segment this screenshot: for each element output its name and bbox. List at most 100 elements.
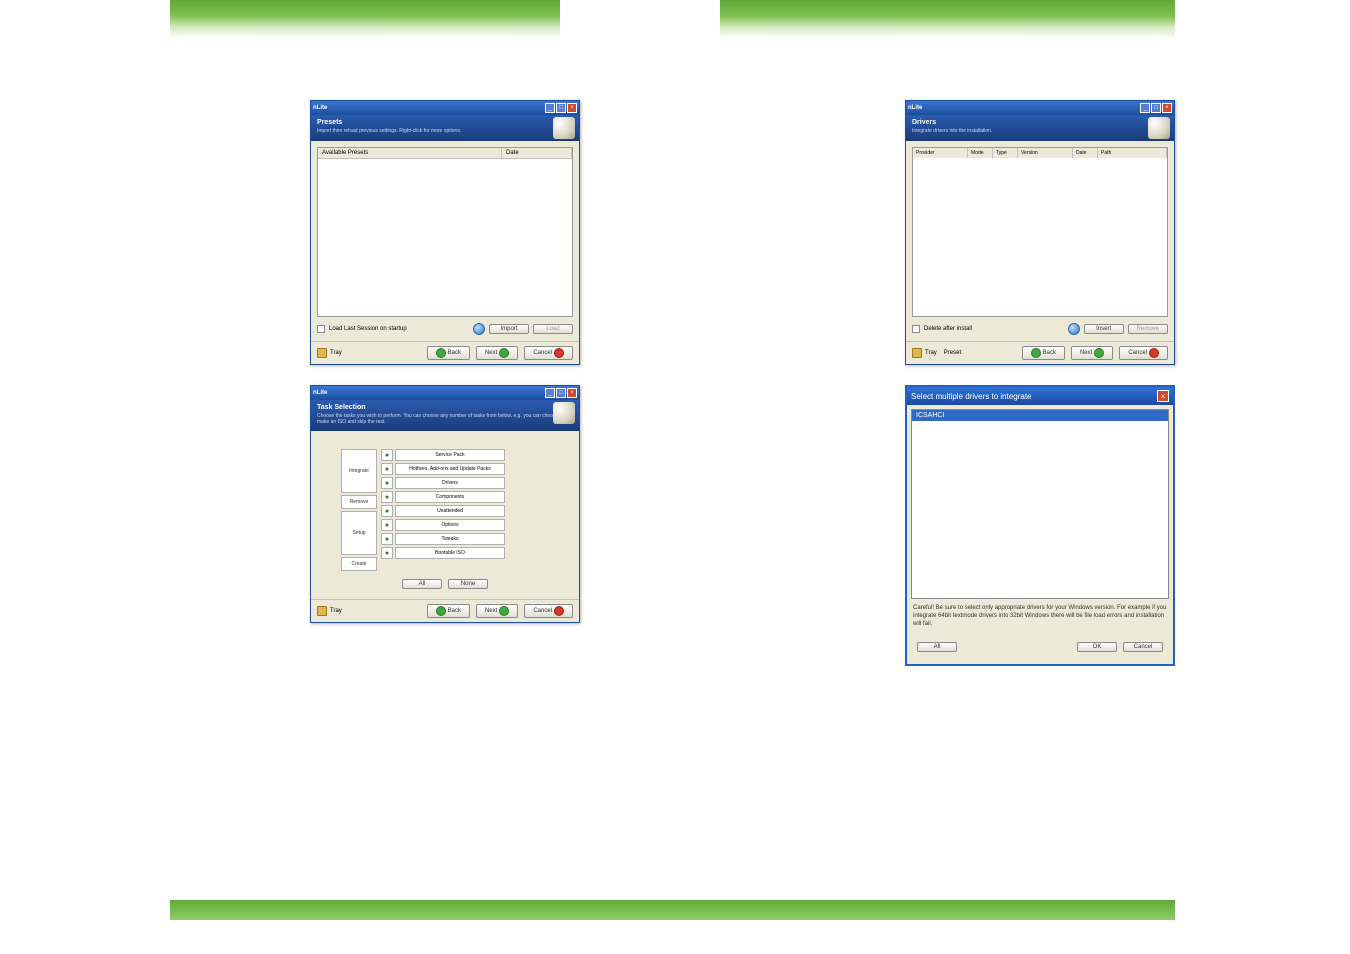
column-header[interactable]: Provider bbox=[913, 148, 968, 158]
cancel-icon bbox=[1149, 348, 1159, 358]
globe-icon[interactable] bbox=[473, 323, 485, 335]
load-button[interactable]: Load bbox=[533, 324, 573, 334]
lock-icon bbox=[317, 606, 327, 616]
select-drivers-dialog: Select multiple drivers to integrate × I… bbox=[905, 385, 1175, 666]
logo-icon bbox=[553, 117, 575, 139]
task-item[interactable]: Tweaks bbox=[395, 533, 505, 545]
next-button[interactable]: Next bbox=[1071, 346, 1113, 360]
close-button[interactable]: × bbox=[1162, 103, 1172, 113]
task-item[interactable]: Service Pack bbox=[395, 449, 505, 461]
arrow-next-icon bbox=[499, 606, 509, 616]
bottom-banner bbox=[170, 900, 1175, 920]
task-item[interactable]: Bootable ISO bbox=[395, 547, 505, 559]
tray-area: Tray bbox=[317, 348, 342, 358]
task-item[interactable]: Components bbox=[395, 491, 505, 503]
minimize-button[interactable]: _ bbox=[545, 103, 555, 113]
back-button[interactable]: Back bbox=[1022, 346, 1065, 360]
task-item[interactable]: Unattended bbox=[395, 505, 505, 517]
task-checkbox[interactable]: ● bbox=[381, 533, 393, 545]
task-checkbox[interactable]: ● bbox=[381, 519, 393, 531]
cancel-button[interactable]: Cancel bbox=[524, 346, 573, 360]
column-header[interactable]: Mode bbox=[968, 148, 993, 158]
drivers-list[interactable]: Provider Mode Type Version Date Path bbox=[912, 147, 1168, 317]
lock-icon bbox=[317, 348, 327, 358]
header-subtitle: Integrate drivers into the installation. bbox=[912, 128, 1168, 134]
delete-after-install-checkbox[interactable] bbox=[912, 325, 920, 333]
presets-list[interactable]: Available Presets Date bbox=[317, 147, 573, 317]
logo-icon bbox=[553, 402, 575, 424]
group-setup: Setup bbox=[341, 511, 377, 555]
maximize-button[interactable]: □ bbox=[556, 103, 566, 113]
task-checkbox[interactable]: ● bbox=[381, 547, 393, 559]
insert-button[interactable]: Insert bbox=[1084, 324, 1124, 334]
column-header[interactable]: Available Presets bbox=[318, 148, 502, 158]
selected-folder[interactable]: ICSAHCI bbox=[912, 410, 1168, 421]
task-checkbox[interactable]: ● bbox=[381, 449, 393, 461]
lock-icon bbox=[912, 348, 922, 358]
tray-label: Tray bbox=[330, 608, 342, 614]
column-header[interactable]: Type bbox=[993, 148, 1018, 158]
all-button[interactable]: All bbox=[917, 642, 957, 652]
task-checkbox[interactable]: ● bbox=[381, 463, 393, 475]
close-button[interactable]: × bbox=[1157, 390, 1169, 402]
cancel-button[interactable]: Cancel bbox=[1119, 346, 1168, 360]
task-checkbox[interactable]: ● bbox=[381, 505, 393, 517]
checkbox-label: Load Last Session on startup bbox=[329, 326, 407, 332]
preset-label[interactable]: Preset bbox=[944, 350, 961, 356]
ok-button[interactable]: OK bbox=[1077, 642, 1117, 652]
tray-area: Tray bbox=[317, 606, 342, 616]
drivers-window: nLite _ □ × Drivers Integrate drivers in… bbox=[905, 100, 1175, 365]
column-header[interactable]: Date bbox=[502, 148, 572, 158]
titlebar: nLite _ □ × bbox=[311, 386, 579, 400]
back-button[interactable]: Back bbox=[427, 346, 470, 360]
column-header[interactable]: Version bbox=[1018, 148, 1073, 158]
driver-file-list[interactable]: ICSAHCI bbox=[911, 409, 1169, 599]
cancel-button[interactable]: Cancel bbox=[524, 604, 573, 618]
task-checkbox[interactable]: ● bbox=[381, 491, 393, 503]
arrow-back-icon bbox=[436, 348, 446, 358]
column-header[interactable]: Path bbox=[1098, 148, 1167, 158]
arrow-next-icon bbox=[1094, 348, 1104, 358]
window-title: nLite bbox=[313, 390, 327, 396]
cancel-button[interactable]: Cancel bbox=[1123, 642, 1163, 652]
wizard-header: Drivers Integrate drivers into the insta… bbox=[906, 115, 1174, 141]
globe-icon[interactable] bbox=[1068, 323, 1080, 335]
cancel-icon bbox=[554, 348, 564, 358]
wizard-header: Presets Import then reload previous sett… bbox=[311, 115, 579, 141]
minimize-button[interactable]: _ bbox=[1140, 103, 1150, 113]
presets-window: nLite _ □ × Presets Import then reload p… bbox=[310, 100, 580, 365]
task-selection-window: nLite _ □ × Task Selection Choose the ta… bbox=[310, 385, 580, 623]
top-banner bbox=[170, 0, 1175, 38]
next-button[interactable]: Next bbox=[476, 346, 518, 360]
minimize-button[interactable]: _ bbox=[545, 388, 555, 398]
warning-text: Careful! Be sure to select only appropri… bbox=[911, 599, 1169, 638]
checkbox-label: Delete after install bbox=[924, 326, 972, 332]
load-last-session-checkbox[interactable] bbox=[317, 325, 325, 333]
import-button[interactable]: Import bbox=[489, 324, 529, 334]
arrow-back-icon bbox=[436, 606, 446, 616]
group-integrate: Integrate bbox=[341, 449, 377, 493]
maximize-button[interactable]: □ bbox=[556, 388, 566, 398]
window-title: nLite bbox=[313, 105, 327, 111]
task-item[interactable]: Hotfixes, Add-ons and Update Packs bbox=[395, 463, 505, 475]
column-header[interactable]: Date bbox=[1073, 148, 1098, 158]
task-item[interactable]: Options bbox=[395, 519, 505, 531]
header-subtitle: Import then reload previous settings. Ri… bbox=[317, 128, 573, 134]
tray-label: Tray bbox=[925, 350, 937, 356]
header-title: Drivers bbox=[912, 119, 1168, 126]
none-button[interactable]: None bbox=[448, 579, 488, 589]
remove-button[interactable]: Remove bbox=[1128, 324, 1168, 334]
titlebar: nLite _ □ × bbox=[906, 101, 1174, 115]
close-button[interactable]: × bbox=[567, 103, 577, 113]
all-button[interactable]: All bbox=[402, 579, 442, 589]
task-checkbox[interactable]: ● bbox=[381, 477, 393, 489]
header-title: Presets bbox=[317, 119, 573, 126]
next-button[interactable]: Next bbox=[476, 604, 518, 618]
titlebar: nLite _ □ × bbox=[311, 101, 579, 115]
back-button[interactable]: Back bbox=[427, 604, 470, 618]
arrow-back-icon bbox=[1031, 348, 1041, 358]
close-button[interactable]: × bbox=[567, 388, 577, 398]
group-create: Create bbox=[341, 557, 377, 571]
maximize-button[interactable]: □ bbox=[1151, 103, 1161, 113]
task-item[interactable]: Drivers bbox=[395, 477, 505, 489]
